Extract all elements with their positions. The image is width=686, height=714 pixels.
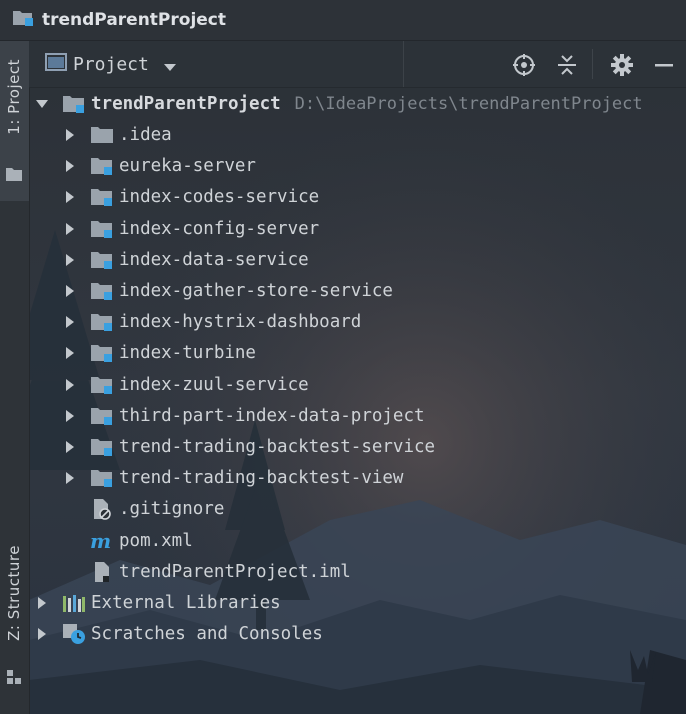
chevron-down-icon <box>163 57 177 76</box>
tree-item-label: index-turbine <box>119 342 256 363</box>
header-divider <box>592 49 593 79</box>
title-bar: trendParentProject <box>0 0 686 41</box>
minimize-icon[interactable] <box>652 53 676 77</box>
tree-item-label: third-part-index-data-project <box>119 405 425 426</box>
module-folder-icon <box>89 311 115 333</box>
chevron-right-icon[interactable] <box>63 471 77 485</box>
project-panel-header: Project <box>29 41 686 88</box>
project-view-icon <box>45 53 67 75</box>
chevron-right-icon[interactable] <box>63 409 77 423</box>
root-label: trendParentProject <box>91 93 281 114</box>
tree-item-label: trendParentProject.iml <box>119 561 351 582</box>
project-tab-label: 1: Project <box>5 59 23 135</box>
tree-item[interactable]: index-turbine <box>63 337 256 368</box>
module-folder-icon <box>89 342 115 364</box>
svg-text:m: m <box>90 531 111 551</box>
module-folder-icon <box>89 436 115 458</box>
module-folder-icon <box>89 218 115 240</box>
chevron-right-icon[interactable] <box>63 159 77 173</box>
folder-icon <box>89 124 115 146</box>
module-folder-icon <box>89 155 115 177</box>
module-folder-icon <box>61 93 87 115</box>
tree-item[interactable]: .idea <box>63 119 172 150</box>
tree-item-label: index-data-service <box>119 249 309 270</box>
structure-tool-tab[interactable]: Z: Structure <box>0 541 29 714</box>
scratches-label: Scratches and Consoles <box>91 623 323 644</box>
window-title: trendParentProject <box>42 10 227 30</box>
gear-icon[interactable] <box>610 53 634 77</box>
chevron-right-icon[interactable] <box>63 222 77 236</box>
tree-item[interactable]: trendParentProject.iml <box>89 556 351 587</box>
tree-item-external-libraries[interactable]: External Libraries <box>35 587 281 618</box>
tree-item-label: eureka-server <box>119 155 256 176</box>
collapse-all-icon[interactable] <box>555 53 579 77</box>
maven-icon: m <box>89 530 115 552</box>
tree-item[interactable]: trend-trading-backtest-view <box>63 462 403 493</box>
chevron-right-icon[interactable] <box>63 253 77 267</box>
chevron-right-icon[interactable] <box>63 440 77 454</box>
tree-item[interactable]: .gitignore <box>89 493 224 524</box>
module-folder-icon <box>89 249 115 271</box>
tree-item[interactable]: index-hystrix-dashboard <box>63 306 361 337</box>
chevron-right-icon[interactable] <box>63 190 77 204</box>
structure-tab-label: Z: Structure <box>5 545 23 641</box>
tree-item-label: index-codes-service <box>119 186 320 207</box>
tree-item[interactable]: index-codes-service <box>63 181 319 212</box>
view-selector-label: Project <box>73 53 149 75</box>
project-tool-tab[interactable]: 1: Project <box>0 41 29 201</box>
chevron-right-icon[interactable] <box>63 378 77 392</box>
chevron-down-icon[interactable] <box>35 97 49 111</box>
tree-item-label: index-config-server <box>119 218 320 239</box>
tree-item-label: pom.xml <box>119 530 193 551</box>
root-path: D:\IdeaProjects\trendParentProject <box>294 93 643 114</box>
module-folder-icon <box>89 186 115 208</box>
iml-file-icon <box>89 561 115 583</box>
tree-item-scratches[interactable]: Scratches and Consoles <box>35 618 323 649</box>
folder-icon <box>6 166 22 185</box>
tree-item[interactable]: index-config-server <box>63 213 319 244</box>
tree-item[interactable]: eureka-server <box>63 150 256 181</box>
tree-item-label: trend-trading-backtest-view <box>119 467 404 488</box>
chevron-right-icon[interactable] <box>63 284 77 298</box>
tree-item[interactable]: third-part-index-data-project <box>63 400 425 431</box>
libraries-icon <box>61 592 87 614</box>
module-folder-icon <box>89 280 115 302</box>
tree-item-label: .idea <box>119 124 172 145</box>
view-selector-dropdown[interactable]: Project <box>35 41 404 87</box>
project-folder-icon <box>12 9 34 31</box>
chevron-right-icon[interactable] <box>35 627 49 641</box>
tree-item-label: index-gather-store-service <box>119 280 393 301</box>
external-libraries-label: External Libraries <box>91 592 281 613</box>
tree-item[interactable]: m pom.xml <box>89 525 193 556</box>
chevron-right-icon[interactable] <box>35 596 49 610</box>
tree-item-label: index-hystrix-dashboard <box>119 311 362 332</box>
tree-item[interactable]: index-gather-store-service <box>63 275 393 306</box>
left-tool-strip: 1: Project Z: Structure <box>0 41 30 714</box>
tree-item-label: trend-trading-backtest-service <box>119 436 436 457</box>
tree-item-label: .gitignore <box>119 498 225 519</box>
module-folder-icon <box>89 405 115 427</box>
module-folder-icon <box>89 467 115 489</box>
tree-root[interactable]: trendParentProject D:\IdeaProjects\trend… <box>35 88 643 119</box>
structure-icon <box>6 669 22 689</box>
tree-item[interactable]: index-zuul-service <box>63 369 309 400</box>
locate-target-icon[interactable] <box>512 53 536 77</box>
tree-item[interactable]: trend-trading-backtest-service <box>63 431 435 462</box>
chevron-right-icon[interactable] <box>63 128 77 142</box>
tree-item-label: index-zuul-service <box>119 374 309 395</box>
gitignore-file-icon <box>89 498 115 520</box>
chevron-right-icon[interactable] <box>63 346 77 360</box>
chevron-right-icon[interactable] <box>63 315 77 329</box>
scratches-icon <box>61 623 87 645</box>
module-folder-icon <box>89 374 115 396</box>
tree-item[interactable]: index-data-service <box>63 244 309 275</box>
